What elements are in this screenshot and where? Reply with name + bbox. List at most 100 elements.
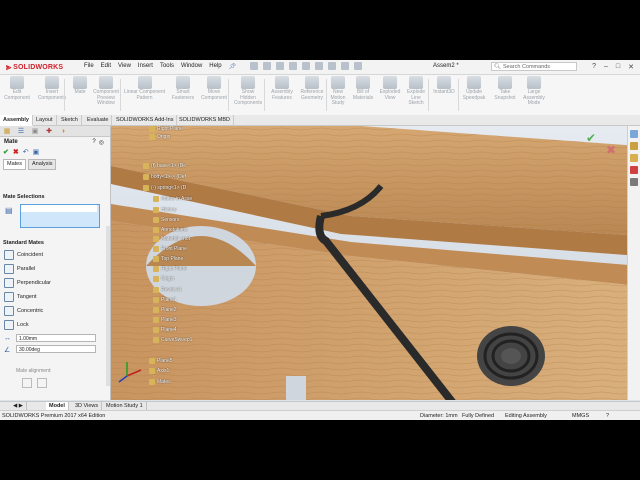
- tree-item[interactable]: Plane1: [153, 297, 177, 303]
- help-icon[interactable]: ?: [606, 411, 609, 420]
- tree-item[interactable]: Origin: [153, 276, 174, 282]
- command-button-3[interactable]: Component Preview Window: [92, 76, 120, 107]
- menu-help[interactable]: Help: [209, 63, 221, 70]
- configuration-manager-tab-icon[interactable]: ▣: [28, 126, 42, 136]
- resources-icon[interactable]: [630, 130, 638, 138]
- file-explorer-icon[interactable]: [630, 154, 638, 162]
- tree-item[interactable]: (-) spring<1> (D: [143, 185, 186, 191]
- command-button-2[interactable]: Mate: [70, 76, 90, 96]
- tab-layout[interactable]: Layout: [33, 115, 57, 125]
- tree-item[interactable]: Right Plane: [149, 126, 183, 132]
- open-icon[interactable]: [263, 62, 271, 70]
- file-properties-icon[interactable]: [341, 62, 349, 70]
- tab-evaluate[interactable]: Evaluate: [84, 115, 113, 125]
- aligned-icon[interactable]: [22, 378, 32, 388]
- display-manager-tab-icon[interactable]: ◑: [56, 126, 70, 136]
- anti-aligned-icon[interactable]: [37, 378, 47, 388]
- custom-properties-icon[interactable]: [630, 178, 638, 186]
- tab-assembly[interactable]: Assembly: [0, 115, 33, 126]
- tree-item[interactable]: body<1>-> (Def: [143, 174, 186, 180]
- tab-solidworks-add-ins[interactable]: SOLIDWORKS Add-Ins: [113, 115, 178, 125]
- keep-visible-icon[interactable]: ▣: [33, 148, 40, 156]
- menu-edit[interactable]: Edit: [101, 63, 111, 70]
- help-icon[interactable]: ?: [592, 63, 596, 71]
- concentric-mate-button[interactable]: Concentric: [4, 306, 43, 316]
- command-button-5[interactable]: Smart Fasteners: [170, 76, 196, 101]
- minimize-icon[interactable]: –: [604, 63, 608, 71]
- command-button-17[interactable]: Large Assembly Mode: [520, 76, 548, 107]
- command-button-12[interactable]: Exploded View: [378, 76, 402, 101]
- save-icon[interactable]: [276, 62, 284, 70]
- command-button-8[interactable]: Assembly Features: [268, 76, 296, 101]
- status-units[interactable]: MMGS: [572, 411, 589, 420]
- coincident-mate-button[interactable]: Coincident: [4, 250, 43, 260]
- tree-item[interactable]: Plane3: [153, 317, 177, 323]
- feature-manager-tab-icon[interactable]: ▦: [0, 126, 14, 136]
- command-button-13[interactable]: Explode Line Sketch: [404, 76, 428, 107]
- tree-item[interactable]: Front Plane: [153, 246, 187, 252]
- angle-field[interactable]: 30.00deg: [16, 345, 96, 353]
- tree-item[interactable]: Sensors: [153, 217, 179, 223]
- menu-tools[interactable]: Tools: [160, 63, 174, 70]
- pin-icon[interactable]: 📌︎: [229, 63, 237, 70]
- help-icon[interactable]: ?: [92, 139, 95, 146]
- tree-item[interactable]: Mates: [149, 379, 171, 385]
- parallel-mate-button[interactable]: Parallel: [4, 264, 35, 274]
- command-button-4[interactable]: Linear Component Pattern: [122, 76, 167, 101]
- tab-sketch[interactable]: Sketch: [58, 115, 82, 125]
- tree-item[interactable]: Plane5: [149, 358, 173, 364]
- tab-mates[interactable]: Mates: [3, 159, 26, 170]
- lock-mate-button[interactable]: Lock: [4, 320, 29, 330]
- dimxpert-tab-icon[interactable]: ✚: [42, 126, 56, 136]
- panel-scrollbar[interactable]: [106, 226, 110, 386]
- undo-icon[interactable]: [302, 62, 310, 70]
- select-icon[interactable]: [315, 62, 323, 70]
- property-manager-tab-icon[interactable]: ☰: [14, 126, 28, 136]
- tab-solidworks-mbd[interactable]: SOLIDWORKS MBD: [176, 115, 235, 125]
- rebuild-icon[interactable]: [328, 62, 336, 70]
- cancel-x-icon[interactable]: ✖: [13, 148, 19, 156]
- command-button-15[interactable]: Update Speedpak: [460, 76, 488, 101]
- solidworks-logo[interactable]: ⪢ SOLIDWORKS: [6, 62, 63, 72]
- command-button-10[interactable]: New Motion Study: [328, 76, 348, 107]
- tab-analysis[interactable]: Analysis: [27, 159, 57, 170]
- tree-item[interactable]: Right Plane: [153, 266, 187, 272]
- distance-field[interactable]: 1.00mm: [16, 334, 96, 342]
- tree-item[interactable]: Axis1: [149, 368, 169, 374]
- pushpin-icon[interactable]: ◎: [99, 139, 104, 146]
- close-icon[interactable]: ✕: [628, 63, 634, 71]
- tree-item[interactable]: Top Plane: [153, 256, 183, 262]
- new-icon[interactable]: [250, 62, 258, 70]
- tree-item[interactable]: Annotations: [153, 227, 187, 233]
- tree-item[interactable]: CurveSweep1: [153, 337, 192, 343]
- tree-item[interactable]: Mates in Asse: [153, 196, 192, 202]
- tangent-mate-button[interactable]: Tangent: [4, 292, 37, 302]
- restore-icon[interactable]: □: [616, 63, 620, 71]
- print-icon[interactable]: [289, 62, 297, 70]
- confirm-corner-ok-icon[interactable]: ✔: [586, 131, 596, 145]
- design-library-icon[interactable]: [630, 142, 638, 150]
- tree-item[interactable]: Material <not: [153, 236, 190, 242]
- mate-selections-active-row[interactable]: [21, 205, 97, 212]
- tree-item[interactable]: Revolve1: [153, 287, 182, 293]
- options-icon[interactable]: [354, 62, 362, 70]
- confirm-corner-cancel-icon[interactable]: ✖: [606, 143, 616, 157]
- menu-window[interactable]: Window: [181, 63, 202, 70]
- command-button-9[interactable]: Reference Geometry: [298, 76, 326, 101]
- command-button-7[interactable]: Show Hidden Components: [232, 76, 264, 107]
- command-button-0[interactable]: Edit Component: [2, 76, 32, 101]
- tree-item[interactable]: Origin: [149, 134, 170, 140]
- command-button-14[interactable]: Instant3D: [430, 76, 458, 96]
- command-button-6[interactable]: Move Component: [198, 76, 230, 101]
- command-button-11[interactable]: Bill of Materials: [350, 76, 376, 101]
- tree-item[interactable]: History: [153, 207, 177, 213]
- graphics-area[interactable]: ✔ ✖ Right Plane Origin (f) base<1> (De body…: [111, 126, 640, 400]
- menu-file[interactable]: File: [84, 63, 94, 70]
- menu-view[interactable]: View: [118, 63, 131, 70]
- search-commands-input[interactable]: 🔍︎ Search Commands: [491, 62, 577, 71]
- appearances-icon[interactable]: [630, 166, 638, 174]
- tree-item[interactable]: Plane2: [153, 307, 177, 313]
- tree-item[interactable]: (f) base<1> (De: [143, 163, 186, 169]
- undo-icon[interactable]: ↶: [23, 148, 29, 156]
- menu-insert[interactable]: Insert: [138, 63, 153, 70]
